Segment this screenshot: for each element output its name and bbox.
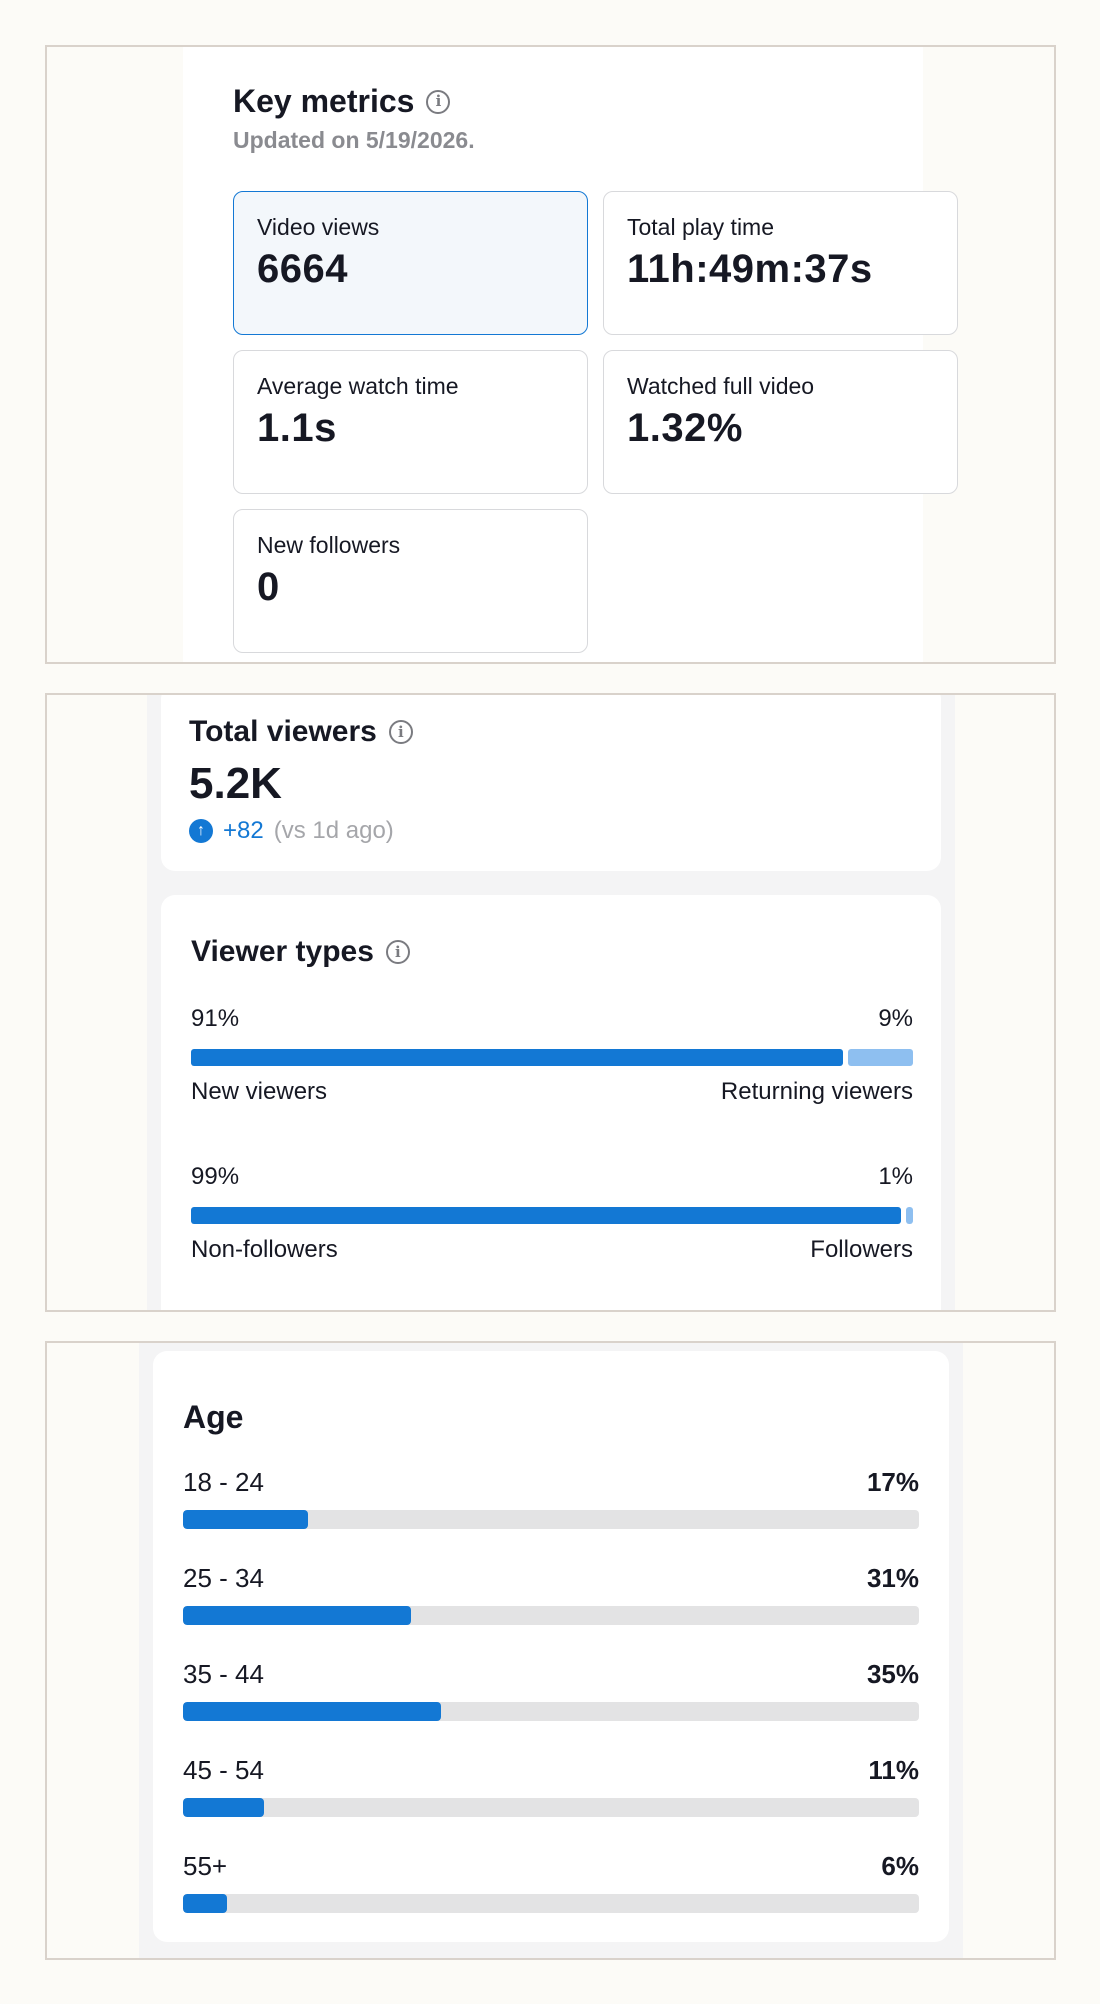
viewer-type-bar-main	[191, 1049, 844, 1066]
age-percentage: 6%	[881, 1851, 919, 1881]
age-row: 55+ 6%	[183, 1851, 919, 1913]
age-row: 18 - 24 17%	[183, 1467, 919, 1529]
metric-card-average-watch-time[interactable]: Average watch time 1.1s	[233, 350, 588, 494]
age-row-header: 55+ 6%	[183, 1851, 919, 1882]
key-metrics-panel: Key metrics i Updated on 5/19/2026. Vide…	[183, 47, 958, 662]
info-icon[interactable]: i	[388, 720, 413, 744]
age-percentage: 31%	[866, 1563, 919, 1593]
age-row-header: 45 - 54 11%	[183, 1755, 919, 1786]
age-percentage: 35%	[866, 1659, 919, 1689]
age-row: 25 - 34 31%	[183, 1563, 919, 1625]
viewer-type-bar	[191, 1049, 913, 1066]
age-bar-track	[183, 1702, 919, 1721]
age-bar-track	[183, 1798, 919, 1817]
key-metrics-heading: Key metrics i	[233, 83, 451, 120]
metric-value: 1.1s	[257, 406, 337, 450]
total-viewers-heading: Total viewers i	[189, 715, 413, 749]
viewer-type-bar-rest	[905, 1207, 913, 1224]
metric-value: 0	[257, 565, 280, 609]
metric-label: New followers	[257, 532, 401, 558]
metric-card-total-play-time[interactable]: Total play time 11h:49m:37s	[603, 191, 958, 335]
viewer-types-heading: Viewer types i	[191, 935, 410, 969]
metric-label: Video views	[257, 214, 380, 240]
viewer-type-bar-main	[191, 1207, 901, 1224]
age-bar-track	[183, 1510, 919, 1529]
total-viewers-change: ↑ +82 (vs 1d ago)	[189, 817, 394, 845]
metric-label: Total play time	[627, 214, 775, 240]
age-range-label: 55+	[183, 1851, 228, 1881]
viewer-type-left-label: Non-followers	[191, 1236, 338, 1263]
age-row: 45 - 54 11%	[183, 1755, 919, 1817]
viewer-type-labels: Non-followers Followers	[191, 1236, 913, 1264]
viewer-types-title: Viewer types	[191, 935, 374, 968]
metric-value: 6664	[257, 247, 348, 291]
total-viewers-delta: +82	[223, 817, 264, 844]
age-title: Age	[183, 1399, 244, 1435]
viewer-type-right-label: Followers	[810, 1236, 913, 1263]
viewer-type-percentages: 99% 1%	[191, 1163, 913, 1191]
arrow-up-circle-icon: ↑	[189, 819, 213, 843]
viewer-type-right-pct: 1%	[878, 1163, 913, 1190]
viewer-type-row-new-returning: 91% 9% New viewers Returning viewers	[191, 1005, 913, 1106]
viewer-type-bar-rest	[848, 1049, 913, 1066]
age-bar-fill	[183, 1702, 441, 1721]
viewer-types-card: Viewer types i 91% 9% New viewers Return…	[161, 895, 941, 1310]
age-bar-fill	[183, 1894, 228, 1913]
age-range-label: 18 - 24	[183, 1467, 264, 1497]
age-row: 35 - 44 35%	[183, 1659, 919, 1721]
key-metrics-title: Key metrics	[233, 83, 415, 119]
age-bar-fill	[183, 1798, 264, 1817]
age-screenshot: Age 18 - 24 17% 25 - 34 31% 35 - 44 35%	[45, 1341, 1056, 1960]
age-row-header: 18 - 24 17%	[183, 1467, 919, 1498]
metric-value: 1.32%	[627, 406, 743, 450]
updated-date-text: Updated on 5/19/2026.	[233, 127, 475, 153]
metric-label: Watched full video	[627, 373, 815, 399]
metric-label: Average watch time	[257, 373, 459, 399]
total-viewers-compare: (vs 1d ago)	[273, 817, 394, 844]
viewer-type-left-pct: 91%	[191, 1005, 240, 1032]
viewer-type-labels: New viewers Returning viewers	[191, 1078, 913, 1106]
viewer-type-right-pct: 9%	[878, 1005, 913, 1032]
age-row-header: 25 - 34 31%	[183, 1563, 919, 1594]
age-range-label: 25 - 34	[183, 1563, 264, 1593]
viewer-type-bar	[191, 1207, 913, 1224]
age-percentage: 17%	[866, 1467, 919, 1497]
metric-card-video-views[interactable]: Video views 6664	[233, 191, 588, 335]
age-row-header: 35 - 44 35%	[183, 1659, 919, 1690]
viewers-screenshot: Total viewers i 5.2K ↑ +82 (vs 1d ago) V…	[45, 693, 1056, 1312]
age-bar-fill	[183, 1510, 309, 1529]
viewer-type-right-label: Returning viewers	[720, 1078, 913, 1105]
info-icon[interactable]: i	[426, 89, 451, 114]
age-bar-track	[183, 1606, 919, 1625]
age-bar-fill	[183, 1606, 412, 1625]
age-card: Age 18 - 24 17% 25 - 34 31% 35 - 44 35%	[153, 1351, 949, 1942]
age-bar-track	[183, 1894, 919, 1913]
viewer-type-left-label: New viewers	[191, 1078, 328, 1105]
age-range-label: 45 - 54	[183, 1755, 264, 1785]
total-viewers-title: Total viewers	[189, 715, 377, 748]
viewer-type-left-pct: 99%	[191, 1163, 240, 1190]
age-percentage: 11%	[868, 1755, 919, 1785]
metric-card-new-followers[interactable]: New followers 0	[233, 509, 588, 653]
info-icon[interactable]: i	[385, 940, 410, 964]
metric-value: 11h:49m:37s	[627, 247, 873, 291]
age-range-label: 35 - 44	[183, 1659, 264, 1689]
viewer-type-row-followers: 99% 1% Non-followers Followers	[191, 1163, 913, 1264]
metric-card-watched-full-video[interactable]: Watched full video 1.32%	[603, 350, 958, 494]
viewer-type-percentages: 91% 9%	[191, 1005, 913, 1033]
key-metrics-screenshot: Key metrics i Updated on 5/19/2026. Vide…	[45, 45, 1056, 664]
total-viewers-value: 5.2K	[189, 759, 282, 808]
total-viewers-card: Total viewers i 5.2K ↑ +82 (vs 1d ago)	[161, 695, 941, 871]
